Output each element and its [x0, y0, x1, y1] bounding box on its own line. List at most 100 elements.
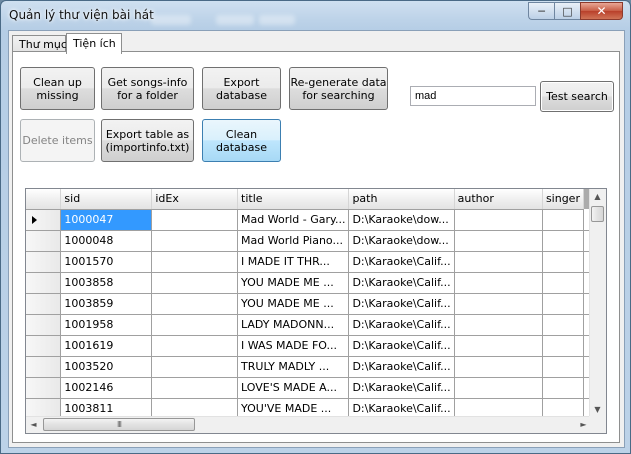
grid-cell-title[interactable]: TRULY MADLY ... [237, 356, 350, 378]
vertical-scroll-thumb[interactable] [591, 206, 604, 222]
table-row[interactable]: 1003811 YOU'VE MADE ... D:\Karaoke\Calif..… [26, 398, 591, 417]
clean-up-missing-button[interactable]: Clean up missing [20, 67, 95, 110]
table-row[interactable]: 1000047 Mad World - Gary... D:\Karaoke\dow… [26, 209, 591, 231]
table-row[interactable]: 1001619 I WAS MADE FO... D:\Karaoke\Calif.… [26, 335, 591, 357]
grid-cell-title[interactable]: YOU MADE ME ... [237, 272, 350, 294]
row-header[interactable] [26, 230, 62, 252]
grid-cell-idex[interactable] [151, 272, 239, 294]
clean-database-button[interactable]: Clean database [202, 119, 281, 162]
row-header[interactable] [26, 335, 62, 357]
grid-cell-singer[interactable] [542, 209, 585, 231]
grid-cell-idex[interactable] [151, 230, 239, 252]
horizontal-scroll-thumb[interactable]: III [43, 418, 195, 431]
grid-cell-author[interactable] [454, 230, 543, 252]
table-row[interactable]: 1001958 LADY MADONN... D:\Karaoke\Calif... [26, 314, 591, 336]
grid-cell-title[interactable]: Mad World Piano... [237, 230, 350, 252]
row-header[interactable] [26, 356, 62, 378]
delete-items-button[interactable]: Delete items [20, 119, 95, 162]
grid-cell-title[interactable]: LOVE'S MADE A... [237, 377, 350, 399]
grid-cell-title[interactable]: LADY MADONN... [237, 314, 350, 336]
row-header[interactable] [26, 272, 62, 294]
grid-cell-sid[interactable]: 1003858 [60, 272, 153, 294]
grid-cell-author[interactable] [454, 209, 543, 231]
row-header[interactable] [26, 398, 62, 417]
grid-cell-author[interactable] [454, 251, 543, 273]
grid-cell-path[interactable]: D:\Karaoke\Calif... [348, 251, 455, 273]
export-table-button[interactable]: Export table as (importinfo.txt) [101, 119, 194, 162]
table-row[interactable]: 1000048 Mad World Piano... D:\Karaoke\dow.… [26, 230, 591, 252]
table-row[interactable]: 1002146 LOVE'S MADE A... D:\Karaoke\Calif.… [26, 377, 591, 399]
grid-cell-path[interactable]: D:\Karaoke\Calif... [348, 293, 455, 315]
grid-cell-title[interactable]: Mad World - Gary... [237, 209, 350, 231]
grid-cell-singer[interactable] [542, 377, 585, 399]
regenerate-data-button[interactable]: Re-generate data for searching [289, 67, 388, 110]
grid-cell-idex[interactable] [151, 314, 239, 336]
vertical-scrollbar[interactable]: ▲ ▼ [589, 189, 606, 417]
grid-cell-singer[interactable] [542, 251, 585, 273]
grid-cell-path[interactable]: D:\Karaoke\Calif... [348, 356, 455, 378]
grid-cell-idex[interactable] [151, 209, 239, 231]
grid-cell-singer[interactable] [542, 272, 585, 294]
tab-utilities[interactable]: Tiện ích [66, 33, 122, 54]
row-header[interactable] [26, 377, 62, 399]
grid-cell-author[interactable] [454, 272, 543, 294]
grid-cell-singer[interactable] [542, 335, 585, 357]
grid-cell-sid[interactable]: 1003520 [60, 356, 153, 378]
grid-cell-idex[interactable] [151, 293, 239, 315]
table-row[interactable]: 1003858 YOU MADE ME ... D:\Karaoke\Calif..… [26, 272, 591, 294]
title-bar[interactable]: Quản lý thư viện bài hát ─ □ ✕ [1, 1, 630, 29]
grid-cell-singer[interactable] [542, 398, 585, 417]
grid-cell-title[interactable]: I MADE IT THR... [237, 251, 350, 273]
grid-cell-path[interactable]: D:\Karaoke\Calif... [348, 272, 455, 294]
row-header[interactable] [26, 209, 62, 231]
grid-cell-singer[interactable] [542, 314, 585, 336]
grid-cell-singer[interactable] [542, 356, 585, 378]
grid-cell-author[interactable] [454, 398, 543, 417]
column-header-path[interactable]: path [348, 189, 455, 210]
table-row[interactable]: 1003520 TRULY MADLY ... D:\Karaoke\Calif..… [26, 356, 591, 378]
grid-cell-path[interactable]: D:\Karaoke\Calif... [348, 398, 455, 417]
grid-cell-author[interactable] [454, 377, 543, 399]
grid-cell-idex[interactable] [151, 377, 239, 399]
grid-cell-sid[interactable]: 1000047 [60, 209, 153, 231]
grid-cell-sid[interactable]: 1003859 [60, 293, 153, 315]
scroll-down-icon[interactable]: ▼ [590, 402, 605, 417]
grid-cell-sid[interactable]: 1001570 [60, 251, 153, 273]
grid-cell-title[interactable]: I WAS MADE FO... [237, 335, 350, 357]
grid-cell-path[interactable]: D:\Karaoke\Calif... [348, 377, 455, 399]
grid-cell-idex[interactable] [151, 335, 239, 357]
table-row[interactable]: 1003859 YOU MADE ME ... D:\Karaoke\Calif..… [26, 293, 591, 315]
row-header[interactable] [26, 314, 62, 336]
grid-cell-sid[interactable]: 1001958 [60, 314, 153, 336]
row-header[interactable] [26, 293, 62, 315]
grid-cell-path[interactable]: D:\Karaoke\Calif... [348, 314, 455, 336]
search-input[interactable] [410, 86, 536, 106]
grid-cell-idex[interactable] [151, 251, 239, 273]
grid-cell-author[interactable] [454, 314, 543, 336]
close-button[interactable]: ✕ [580, 2, 623, 20]
column-header-singer[interactable]: singer [542, 189, 585, 210]
row-header[interactable] [26, 251, 62, 273]
column-header-author[interactable]: author [454, 189, 543, 210]
grid-cell-singer[interactable] [542, 230, 585, 252]
maximize-button[interactable]: □ [554, 2, 580, 20]
grid-cell-author[interactable] [454, 335, 543, 357]
export-database-button[interactable]: Export database [202, 67, 281, 110]
column-header-title[interactable]: title [237, 189, 350, 210]
grid-cell-title[interactable]: YOU MADE ME ... [237, 293, 350, 315]
grid-cell-path[interactable]: D:\Karaoke\dow... [348, 209, 455, 231]
grid-cell-sid[interactable]: 1003811 [60, 398, 153, 417]
scroll-up-icon[interactable]: ▲ [590, 189, 605, 204]
minimize-button[interactable]: ─ [528, 2, 554, 20]
grid-cell-sid[interactable]: 1000048 [60, 230, 153, 252]
column-header-idex[interactable]: idEx [151, 189, 239, 210]
test-search-button[interactable]: Test search [540, 81, 614, 112]
grid-cell-author[interactable] [454, 293, 543, 315]
grid-cell-author[interactable] [454, 356, 543, 378]
grid-cell-title[interactable]: YOU'VE MADE ... [237, 398, 350, 417]
get-songs-info-button[interactable]: Get songs-info for a folder [101, 67, 194, 110]
grid-cell-idex[interactable] [151, 356, 239, 378]
grid-cell-path[interactable]: D:\Karaoke\dow... [348, 230, 455, 252]
scroll-left-icon[interactable]: ◄ [26, 417, 41, 432]
grid-cell-sid[interactable]: 1002146 [60, 377, 153, 399]
